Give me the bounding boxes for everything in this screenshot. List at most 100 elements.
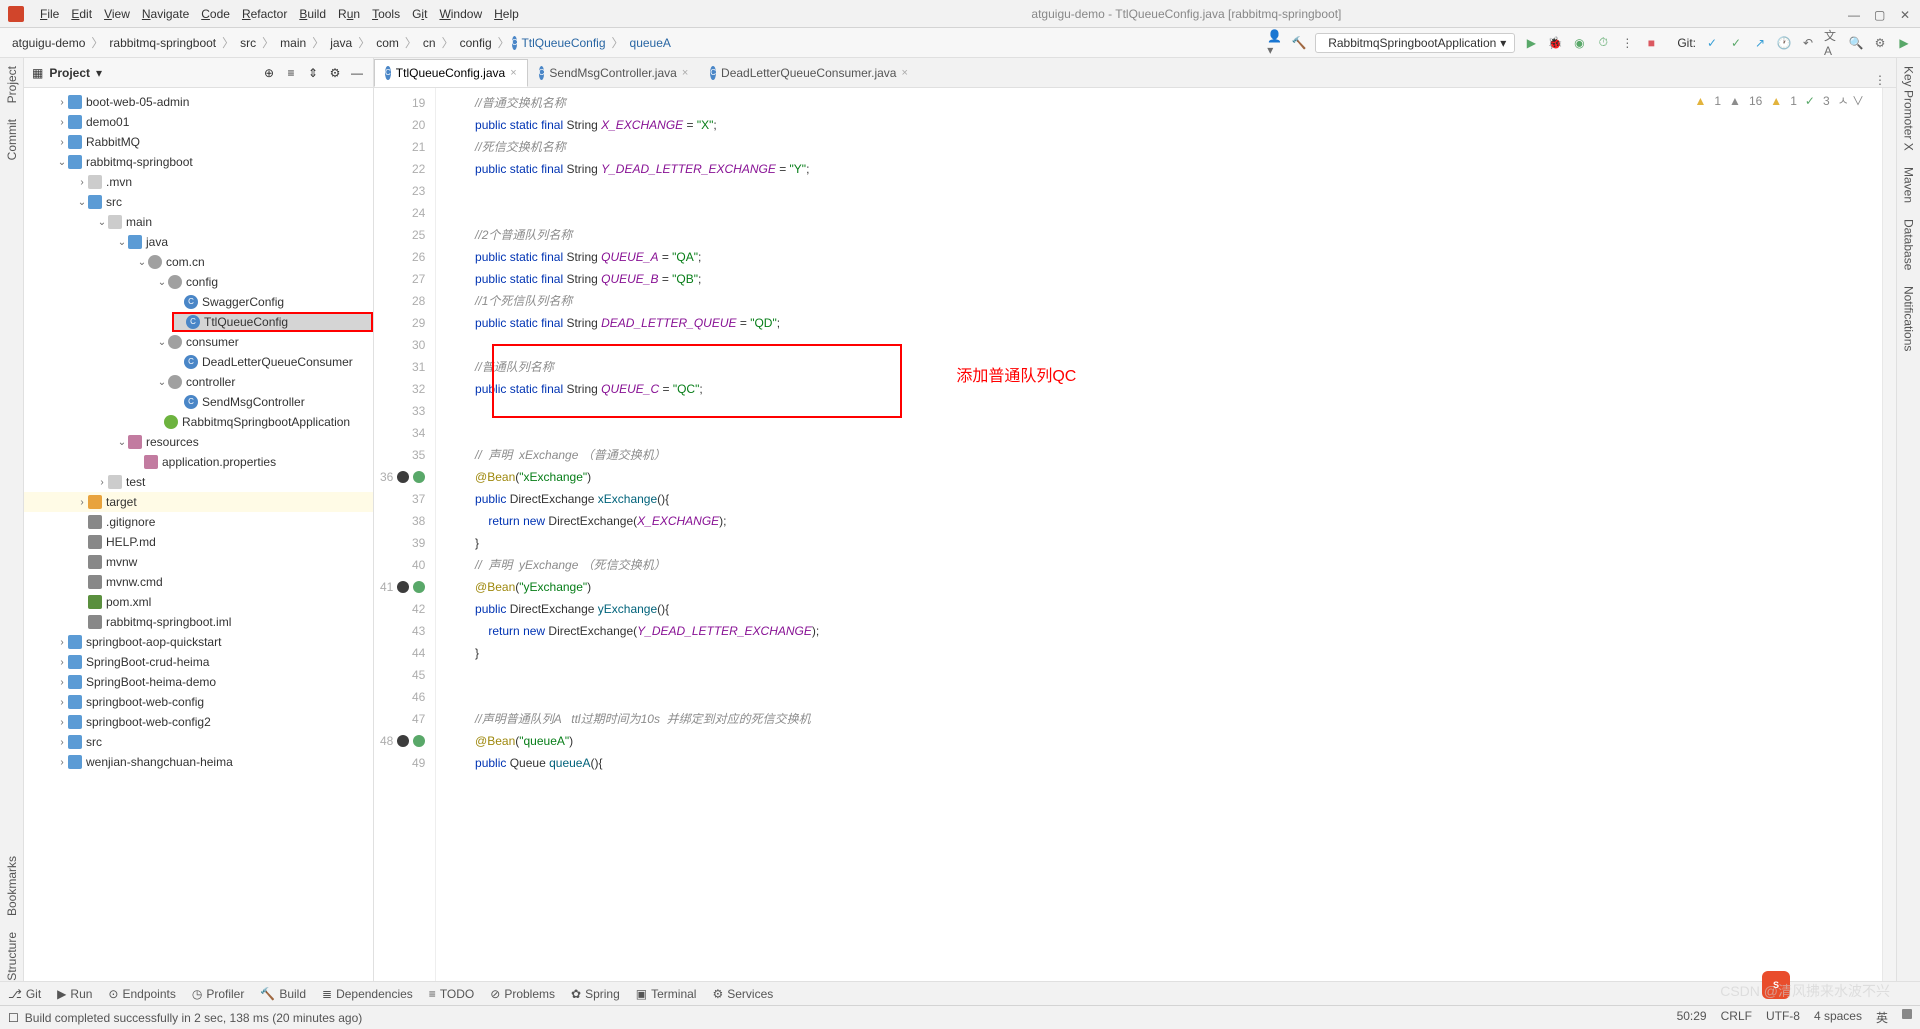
tree-item[interactable]: ›test (24, 472, 373, 492)
search-icon[interactable]: 🔍 (1848, 35, 1864, 51)
run-button[interactable]: ▶ (1523, 35, 1539, 51)
tree-item[interactable]: ›springboot-web-config (24, 692, 373, 712)
tool-commit[interactable]: Commit (5, 119, 19, 160)
gutter-icon[interactable] (397, 735, 409, 747)
tool-database[interactable]: Database (1902, 219, 1916, 270)
more-tabs-icon[interactable]: ⋮ (1864, 73, 1896, 87)
crumb-root[interactable]: atguigu-demo (8, 34, 89, 52)
menu-tools[interactable]: Tools (366, 7, 406, 21)
tool-profiler[interactable]: ◷ Profiler (192, 987, 245, 1001)
tree-item[interactable]: application.properties (24, 452, 373, 472)
run-configuration-selector[interactable]: RabbitmqSpringbootApplication ▾ (1315, 33, 1515, 53)
collapse-all-icon[interactable]: ⇕ (305, 65, 321, 81)
gutter-icon[interactable] (397, 581, 409, 593)
tree-item[interactable]: .gitignore (24, 512, 373, 532)
crumb-module[interactable]: rabbitmq-springboot (105, 34, 220, 52)
tool-problems[interactable]: ⊘ Problems (490, 987, 555, 1001)
git-rollback-icon[interactable]: ↶ (1800, 35, 1816, 51)
select-opened-icon[interactable]: ⊕ (261, 65, 277, 81)
gutter-icon[interactable] (413, 581, 425, 593)
tree-item[interactable]: ›boot-web-05-admin (24, 92, 373, 112)
tree-item[interactable]: ›springboot-aop-quickstart (24, 632, 373, 652)
git-history-icon[interactable]: 🕐 (1776, 35, 1792, 51)
tool-services[interactable]: ⚙ Services (712, 987, 773, 1001)
tree-item[interactable]: ⌄rabbitmq-springboot (24, 152, 373, 172)
ime-status[interactable]: 英 (1876, 1009, 1888, 1026)
tree-item[interactable]: HELP.md (24, 532, 373, 552)
stop-button[interactable]: ■ (1643, 35, 1659, 51)
settings-icon[interactable]: ⚙ (327, 65, 343, 81)
debug-button[interactable]: 🐞 (1547, 35, 1563, 51)
menu-view[interactable]: View (98, 7, 136, 21)
crumb-class[interactable]: TtlQueueConfig (517, 34, 609, 52)
git-commit-icon[interactable]: ✓ (1728, 35, 1744, 51)
menu-file[interactable]: File (34, 7, 65, 21)
tree-item[interactable]: ⌄resources (24, 432, 373, 452)
menu-git[interactable]: Git (406, 7, 433, 21)
crumb-config[interactable]: config (456, 34, 496, 52)
tree-item[interactable]: ⌄com.cn (24, 252, 373, 272)
menu-edit[interactable]: Edit (65, 7, 98, 21)
tree-item[interactable]: ⌄src (24, 192, 373, 212)
tool-run[interactable]: ▶ Run (57, 987, 92, 1001)
tree-item[interactable]: ›SpringBoot-crud-heima (24, 652, 373, 672)
tool-structure[interactable]: Structure (5, 932, 19, 981)
tool-dependencies[interactable]: ≣ Dependencies (322, 987, 413, 1001)
tree-item[interactable]: ›springboot-web-config2 (24, 712, 373, 732)
tree-item[interactable]: ›demo01 (24, 112, 373, 132)
project-tree[interactable]: ›boot-web-05-admin ›demo01 ›RabbitMQ ⌄ra… (24, 88, 373, 981)
tree-item-ttl-selected[interactable]: CTtlQueueConfig (172, 312, 373, 332)
crumb-main[interactable]: main (276, 34, 310, 52)
tree-item[interactable]: ⌄main (24, 212, 373, 232)
play-icon[interactable]: ▶ (1896, 35, 1912, 51)
menu-run[interactable]: Run (332, 7, 366, 21)
tree-item[interactable]: mvnw.cmd (24, 572, 373, 592)
minimize-button[interactable]: — (1848, 8, 1860, 20)
close-icon[interactable]: × (901, 67, 907, 79)
tree-item[interactable]: ⌄controller (24, 372, 373, 392)
crumb-java[interactable]: java (326, 34, 356, 52)
crumb-method[interactable]: queueA (626, 34, 675, 52)
git-push-icon[interactable]: ↗ (1752, 35, 1768, 51)
project-title[interactable]: Project (49, 66, 90, 80)
gutter-icon[interactable] (397, 471, 409, 483)
inspection-widget[interactable]: ▲1 ▲16 ▲1 ✓3 ㅅ ∨ (1694, 92, 1864, 109)
lock-icon[interactable] (1902, 1009, 1912, 1019)
expand-all-icon[interactable]: ≡ (283, 65, 299, 81)
encoding[interactable]: UTF-8 (1766, 1009, 1800, 1026)
tree-item-target[interactable]: ›target (24, 492, 373, 512)
close-button[interactable]: ✕ (1900, 8, 1912, 20)
close-icon[interactable]: × (510, 67, 516, 79)
menu-window[interactable]: Window (433, 7, 488, 21)
crumb-cn[interactable]: cn (419, 34, 440, 52)
crumb-com[interactable]: com (372, 34, 403, 52)
menu-build[interactable]: Build (293, 7, 332, 21)
tree-item[interactable]: ⌄java (24, 232, 373, 252)
close-icon[interactable]: × (682, 67, 688, 79)
tool-endpoints[interactable]: ⊙ Endpoints (108, 987, 175, 1001)
tool-notifications[interactable]: Notifications (1902, 286, 1916, 351)
tree-item[interactable]: ›wenjian-shangchuan-heima (24, 752, 373, 772)
git-update-icon[interactable]: ✓ (1704, 35, 1720, 51)
maximize-button[interactable]: ▢ (1874, 8, 1886, 20)
code-editor[interactable]: 19202122 23242526 27282930 31323334 35 3… (374, 88, 1896, 981)
tree-item[interactable]: ›.mvn (24, 172, 373, 192)
tool-build[interactable]: 🔨 Build (260, 987, 306, 1001)
caret-position[interactable]: 50:29 (1677, 1009, 1707, 1026)
tool-git[interactable]: ⎇ Git (8, 987, 41, 1001)
tool-terminal[interactable]: ▣ Terminal (636, 987, 697, 1001)
hide-icon[interactable]: — (349, 65, 365, 81)
settings-icon[interactable]: ⚙ (1872, 35, 1888, 51)
menu-refactor[interactable]: Refactor (236, 7, 293, 21)
tool-todo[interactable]: ≡ TODO (429, 987, 474, 1001)
coverage-button[interactable]: ◉ (1571, 35, 1587, 51)
translate-icon[interactable]: 文A (1824, 35, 1840, 51)
profile-button[interactable]: ⏱ (1595, 35, 1611, 51)
tree-item[interactable]: rabbitmq-springboot.iml (24, 612, 373, 632)
tab-sendmsg[interactable]: CSendMsgController.java× (528, 59, 700, 87)
crumb-src[interactable]: src (236, 34, 260, 52)
tool-maven[interactable]: Maven (1902, 167, 1916, 203)
tool-keypromoter[interactable]: Key Promoter X (1902, 66, 1916, 151)
tree-item[interactable]: CDeadLetterQueueConsumer (24, 352, 373, 372)
user-icon[interactable]: 👤▾ (1267, 35, 1283, 51)
